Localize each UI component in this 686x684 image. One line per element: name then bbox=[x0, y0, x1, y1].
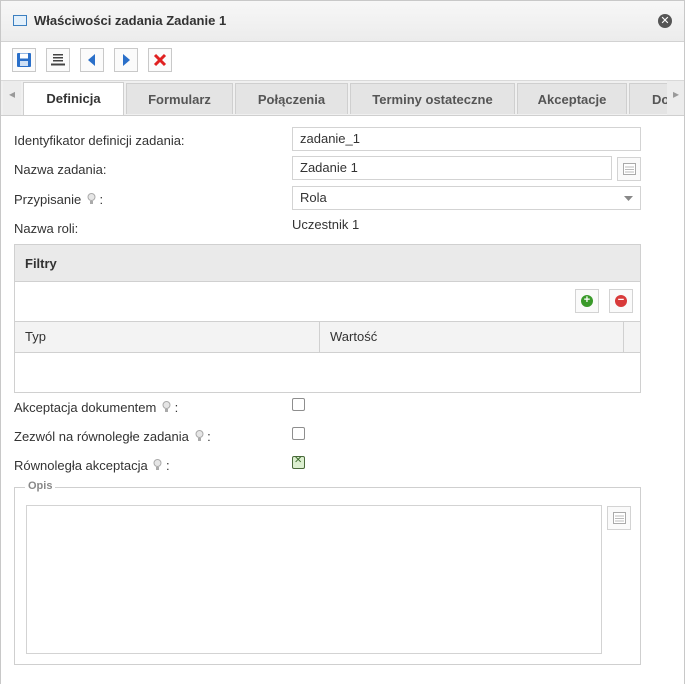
task-name-input[interactable]: Zadanie 1 bbox=[292, 156, 612, 180]
list-icon bbox=[51, 54, 65, 66]
save-button[interactable] bbox=[12, 48, 36, 72]
chevron-down-icon bbox=[624, 196, 633, 201]
next-arrow-icon bbox=[123, 54, 130, 66]
doc-acceptance-checkbox[interactable] bbox=[292, 398, 305, 411]
parallel-acceptance-checkbox[interactable] bbox=[292, 455, 305, 469]
delete-icon bbox=[153, 53, 167, 67]
properties-list-button[interactable] bbox=[46, 48, 70, 72]
filters-grid-header: Typ Wartość bbox=[15, 321, 640, 353]
assignment-label-suffix: : bbox=[99, 192, 104, 207]
tab-bar: ◂ Definicja Formularz Połączenia Terminy… bbox=[1, 81, 684, 116]
delete-button[interactable] bbox=[148, 48, 172, 72]
column-typ[interactable]: Typ bbox=[15, 322, 320, 352]
hint-bulb-icon[interactable] bbox=[87, 193, 96, 205]
hint-bulb-icon[interactable] bbox=[162, 401, 171, 413]
parallel-tasks-label-text: Zezwól na równoległe zadania bbox=[14, 429, 189, 444]
parallel-tasks-label-suffix: : bbox=[207, 429, 211, 444]
parallel-acceptance-label: Równoległa akceptacja : bbox=[14, 458, 170, 473]
hint-bulb-icon[interactable] bbox=[153, 459, 162, 471]
parallel-acceptance-label-suffix: : bbox=[165, 458, 170, 473]
task-id-label: Identyfikator definicji zadania: bbox=[14, 133, 185, 148]
task-name-label: Nazwa zadania: bbox=[14, 162, 107, 177]
plus-icon: + bbox=[581, 295, 593, 307]
note-icon bbox=[613, 512, 626, 524]
toolbar bbox=[1, 42, 684, 81]
filters-title: Filtry bbox=[15, 245, 640, 282]
description-legend: Opis bbox=[25, 480, 56, 492]
tab-terminy-ostateczne[interactable]: Terminy ostateczne bbox=[350, 83, 515, 114]
assignment-label-text: Przypisanie bbox=[14, 192, 82, 207]
role-name-value: Uczestnik 1 bbox=[292, 217, 360, 232]
note-icon bbox=[623, 163, 636, 175]
parallel-acceptance-label-text: Równoległa akceptacja bbox=[14, 458, 148, 473]
tab-formularz[interactable]: Formularz bbox=[126, 83, 233, 114]
tab-scroll-left-icon[interactable]: ◂ bbox=[3, 81, 21, 115]
task-id-input[interactable]: zadanie_1 bbox=[292, 127, 641, 151]
column-wartosc[interactable]: Wartość bbox=[320, 322, 624, 352]
tab-akceptacje[interactable]: Akceptacje bbox=[517, 83, 627, 114]
description-textarea[interactable] bbox=[26, 505, 602, 654]
hint-bulb-icon[interactable] bbox=[195, 430, 204, 442]
description-edit-button[interactable] bbox=[607, 506, 631, 530]
assignment-value: Rola bbox=[300, 190, 327, 205]
tab-scroll-right-icon[interactable]: ▸ bbox=[667, 81, 684, 115]
minus-icon: − bbox=[615, 295, 627, 307]
prev-arrow-icon bbox=[88, 54, 95, 66]
role-name-label: Nazwa roli: bbox=[14, 221, 79, 236]
title-bar: Właściwości zadania Zadanie 1 ✕ bbox=[1, 1, 684, 42]
dialog-title: Właściwości zadania Zadanie 1 bbox=[34, 13, 227, 28]
remove-filter-button[interactable]: − bbox=[609, 289, 633, 313]
doc-acceptance-label-suffix: : bbox=[174, 400, 179, 415]
task-properties-dialog: Właściwości zadania Zadanie 1 ✕ ◂ Defini… bbox=[0, 0, 685, 684]
previous-button[interactable] bbox=[80, 48, 104, 72]
description-fieldset: Opis bbox=[14, 480, 641, 665]
next-button[interactable] bbox=[114, 48, 138, 72]
close-icon[interactable]: ✕ bbox=[658, 14, 672, 28]
assignment-label: Przypisanie : bbox=[14, 192, 103, 207]
doc-acceptance-label: Akceptacja dokumentem : bbox=[14, 400, 178, 415]
parallel-tasks-label: Zezwól na równoległe zadania : bbox=[14, 429, 211, 444]
tab-definicja[interactable]: Definicja bbox=[23, 82, 124, 115]
tab-polaczenia[interactable]: Połączenia bbox=[235, 83, 348, 114]
save-icon bbox=[17, 53, 31, 67]
assignment-select[interactable]: Rola bbox=[292, 186, 641, 210]
add-filter-button[interactable]: + bbox=[575, 289, 599, 313]
doc-acceptance-label-text: Akceptacja dokumentem bbox=[14, 400, 157, 415]
task-name-edit-button[interactable] bbox=[617, 157, 641, 181]
window-icon bbox=[13, 15, 27, 26]
filters-panel: Filtry + − Typ Wartość bbox=[14, 244, 641, 393]
parallel-tasks-checkbox[interactable] bbox=[292, 427, 305, 440]
